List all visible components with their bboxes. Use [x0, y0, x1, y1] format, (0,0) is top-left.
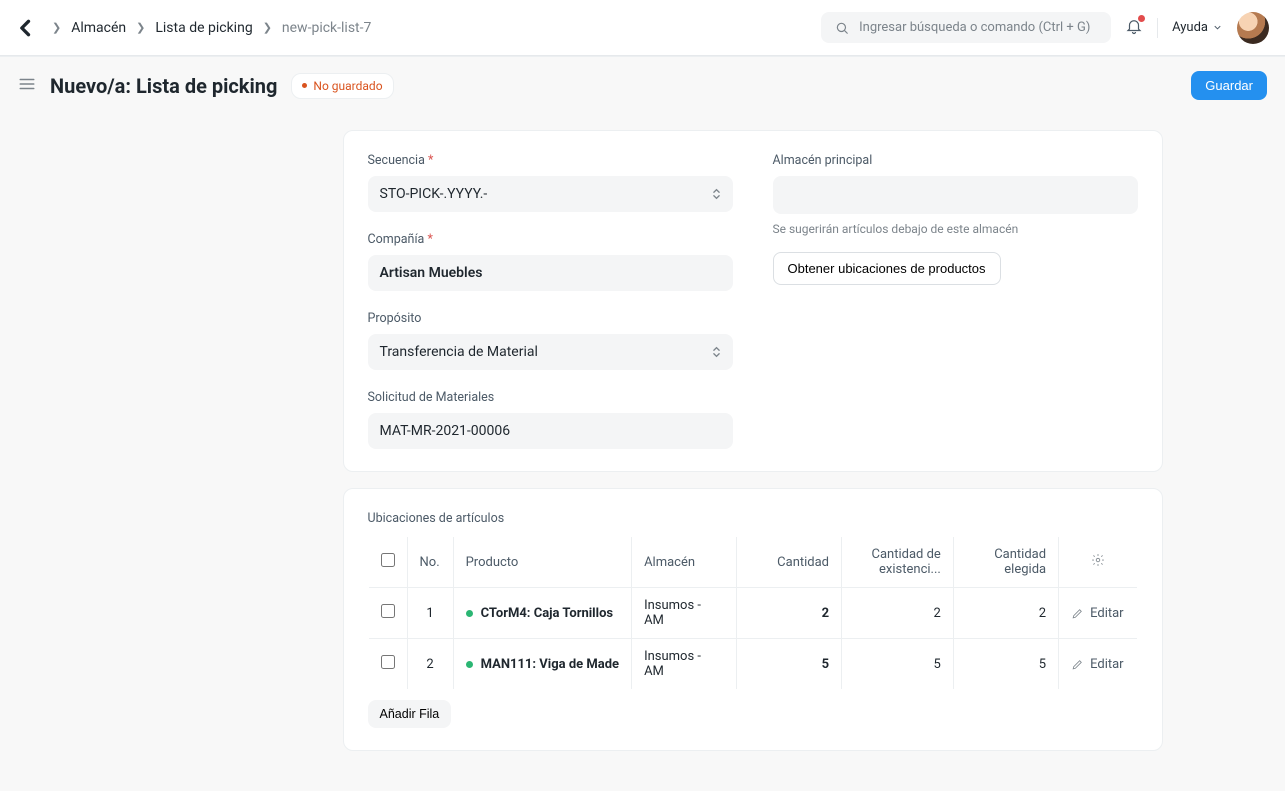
table-row[interactable]: 2 MAN111: Viga de Made Insumos - AM 5 5 … [368, 639, 1137, 690]
col-picked-qty: Cantidad elegida [953, 537, 1058, 588]
input-company[interactable]: Artisan Muebles [368, 255, 733, 291]
label-company: Compañía * [368, 232, 733, 247]
table-card: Ubicaciones de artículos No. Producto Al… [343, 488, 1163, 751]
cell-product: CTorM4: Caja Tornillos [453, 588, 631, 639]
check-all[interactable] [381, 553, 395, 567]
input-purpose[interactable]: Transferencia de Material [368, 334, 733, 370]
col-warehouse: Almacén [632, 537, 737, 588]
navbar-right: Ingresar búsqueda o comando (Ctrl + G) A… [821, 12, 1269, 44]
page-header-left: Nuevo/a: Lista de picking No guardado [18, 73, 394, 99]
help-dropdown[interactable]: Ayuda [1172, 20, 1223, 35]
breadcrumb-item-current: new-pick-list-7 [282, 20, 371, 36]
get-locations-button[interactable]: Obtener ubicaciones de productos [773, 252, 1001, 285]
cell-stock-qty: 2 [842, 588, 954, 639]
cell-warehouse: Insumos - AM [632, 588, 737, 639]
cell-warehouse: Insumos - AM [632, 639, 737, 690]
status-dot-icon [466, 661, 473, 668]
cell-edit[interactable]: Editar [1059, 639, 1137, 690]
field-purpose: Propósito Transferencia de Material [368, 311, 733, 370]
label-sequence: Secuencia * [368, 153, 733, 168]
notifications-button[interactable] [1125, 17, 1143, 39]
breadcrumb-item-1[interactable]: Lista de picking [155, 20, 252, 36]
table-section-label: Ubicaciones de artículos [368, 511, 1138, 526]
cell-qty: 2 [736, 588, 841, 639]
search-placeholder: Ingresar búsqueda o comando (Ctrl + G) [859, 20, 1090, 35]
table-row[interactable]: 1 CTorM4: Caja Tornillos Insumos - AM 2 … [368, 588, 1137, 639]
breadcrumb-item-0[interactable]: Almacén [71, 20, 126, 36]
field-material-request: Solicitud de Materiales MAT-MR-2021-0000… [368, 390, 733, 449]
label-material-request: Solicitud de Materiales [368, 390, 733, 405]
field-company: Compañía * Artisan Muebles [368, 232, 733, 291]
value-purpose: Transferencia de Material [380, 344, 538, 360]
sidebar-toggle-button[interactable] [18, 75, 36, 97]
notification-dot-icon [1138, 15, 1145, 22]
cell-no: 2 [407, 639, 453, 690]
input-sequence[interactable]: STO-PICK-.YYYY.- [368, 176, 733, 212]
top-navbar: ❯ Almacén ❯ Lista de picking ❯ new-pick-… [0, 0, 1285, 56]
col-product: Producto [453, 537, 631, 588]
field-warehouse: Almacén principal Se sugerirán artículos… [773, 153, 1138, 285]
field-sequence: Secuencia * STO-PICK-.YYYY.- [368, 153, 733, 212]
label-purpose: Propósito [368, 311, 733, 326]
chevron-down-icon [1212, 22, 1223, 33]
col-qty: Cantidad [736, 537, 841, 588]
col-stock-qty: Cantidad de existenci... [842, 537, 954, 588]
chevron-right-icon: ❯ [52, 21, 61, 34]
row-checkbox[interactable] [381, 604, 395, 618]
pencil-icon [1071, 658, 1084, 671]
row-checkbox[interactable] [381, 655, 395, 669]
app-logo-icon[interactable] [16, 18, 36, 38]
status-dot-icon [466, 610, 473, 617]
add-row-button[interactable]: Añadir Fila [368, 700, 452, 728]
label-warehouse: Almacén principal [773, 153, 1138, 168]
select-handle-icon [712, 345, 721, 359]
cell-no: 1 [407, 588, 453, 639]
help-label: Ayuda [1172, 20, 1208, 35]
form-card: Secuencia * STO-PICK-.YYYY.- Compañía * … [343, 130, 1163, 472]
input-material-request[interactable]: MAT-MR-2021-00006 [368, 413, 733, 449]
input-warehouse[interactable] [773, 176, 1138, 214]
navbar-left: ❯ Almacén ❯ Lista de picking ❯ new-pick-… [16, 18, 371, 38]
breadcrumb: ❯ Almacén ❯ Lista de picking ❯ new-pick-… [52, 20, 371, 36]
status-dot-icon [302, 83, 307, 88]
cell-edit[interactable]: Editar [1059, 588, 1137, 639]
value-sequence: STO-PICK-.YYYY.- [380, 186, 488, 202]
col-check [368, 537, 407, 588]
helper-warehouse: Se sugerirán artículos debajo de este al… [773, 222, 1138, 236]
cell-product: MAN111: Viga de Made [453, 639, 631, 690]
chevron-right-icon: ❯ [136, 21, 145, 34]
page-title: Nuevo/a: Lista de picking [50, 74, 277, 98]
save-status-badge: No guardado [291, 73, 393, 99]
global-search[interactable]: Ingresar búsqueda o comando (Ctrl + G) [821, 12, 1111, 43]
search-icon [835, 21, 849, 35]
item-locations-table: No. Producto Almacén Cantidad Cantidad d… [368, 536, 1138, 690]
select-handle-icon [712, 187, 721, 201]
save-button[interactable]: Guardar [1191, 71, 1267, 100]
col-settings[interactable] [1059, 537, 1137, 588]
pencil-icon [1071, 607, 1084, 620]
cell-stock-qty: 5 [842, 639, 954, 690]
cell-picked-qty: 5 [953, 639, 1058, 690]
chevron-right-icon: ❯ [263, 21, 272, 34]
page-header: Nuevo/a: Lista de picking No guardado Gu… [0, 57, 1285, 114]
status-text: No guardado [313, 79, 382, 93]
cell-picked-qty: 2 [953, 588, 1058, 639]
divider [1157, 18, 1158, 38]
menu-icon [18, 75, 36, 93]
user-avatar[interactable] [1237, 12, 1269, 44]
cell-qty: 5 [736, 639, 841, 690]
value-company: Artisan Muebles [380, 265, 483, 281]
value-material-request: MAT-MR-2021-00006 [380, 423, 511, 439]
gear-icon [1091, 553, 1105, 567]
col-no: No. [407, 537, 453, 588]
